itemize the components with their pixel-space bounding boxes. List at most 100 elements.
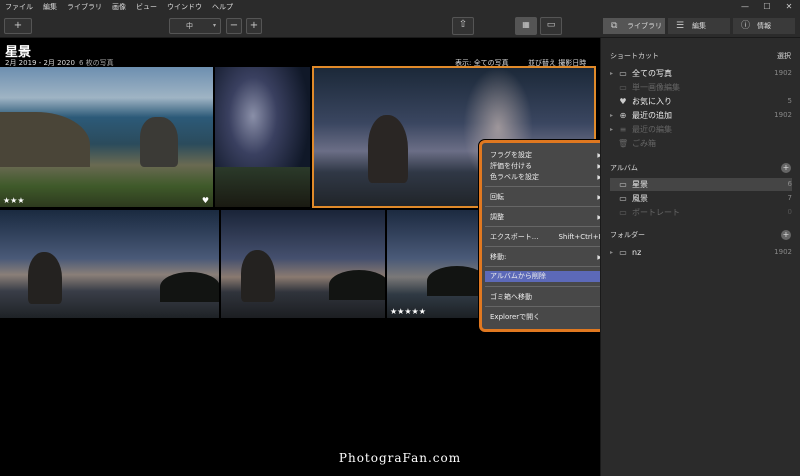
sidebar-item-label: お気に入り <box>632 97 672 106</box>
watermark-credit: PhotograFan.com <box>338 451 462 465</box>
photo-content <box>160 272 219 302</box>
minimize-icon[interactable]: — <box>734 0 756 14</box>
thumbnail-size-select[interactable]: 中 ▾ <box>169 18 221 34</box>
menu-item-move-to-trash[interactable]: ゴミ箱へ移動 <box>485 292 606 303</box>
menu-item-label: アルバムから削除 <box>490 272 546 280</box>
menu-item-label: ゴミ箱へ移動 <box>490 293 532 301</box>
grid-view-icon[interactable]: ▦ <box>515 17 537 35</box>
library-icon: ⧉ <box>611 21 618 31</box>
context-menu: フラグを設定▶ 評価を付ける▶ 色ラベルを設定▶ 回転▶ 調整▶ エクスポート.… <box>479 140 612 332</box>
tab-info[interactable]: ⓘ 情報 <box>733 18 795 34</box>
photo-count: 6 枚の写真 <box>78 59 114 67</box>
folder-icon: ▭ <box>619 248 627 257</box>
select-button[interactable]: 選択 <box>777 51 791 61</box>
sidebar-item-single-edit[interactable]: ▭ 単一画像編集 <box>610 81 792 94</box>
shortcut-text: Shift+Ctrl+E <box>558 233 603 241</box>
sidebar-item-folder-nz[interactable]: ▸ ▭ nz 1902 <box>610 246 792 259</box>
info-icon: ⓘ <box>741 21 751 31</box>
photo-content <box>140 117 178 167</box>
item-count: 1902 <box>774 111 792 119</box>
menu-divider <box>485 266 606 267</box>
item-count: 5 <box>787 97 792 105</box>
thumbnail-size-value: 中 <box>186 22 193 30</box>
single-view-icon[interactable]: ▭ <box>540 17 562 35</box>
photo-thumbnail[interactable] <box>221 210 385 318</box>
menu-item-label: エクスポート... <box>490 233 539 241</box>
sidebar-item-recently-added[interactable]: ▸ ⊕ 最近の追加 1902 <box>610 109 792 122</box>
menu-file[interactable]: ファイル <box>0 0 38 14</box>
photo-thumbnail[interactable]: ★★★★★ <box>387 210 482 318</box>
sidebar-item-all-photos[interactable]: ▸ ▭ 全ての写真 1902 <box>610 67 792 80</box>
menu-item-open-in-explorer[interactable]: Explorerで開く <box>485 312 606 323</box>
menu-item-rating[interactable]: 評価を付ける▶ <box>485 161 606 172</box>
photo-thumbnail[interactable]: ★★★ ♥ <box>0 67 213 207</box>
sidebar-item-label: 星景 <box>632 180 648 189</box>
close-icon[interactable]: ✕ <box>778 0 800 14</box>
menu-item-label: Explorerで開く <box>490 313 541 321</box>
menu-edit[interactable]: 編集 <box>38 0 62 14</box>
menu-item-move[interactable]: 移動:▶ <box>485 252 606 263</box>
photo-thumbnail[interactable] <box>0 210 219 318</box>
add-button[interactable]: + <box>4 18 32 34</box>
sidebar-item-label: 最近の追加 <box>632 111 672 120</box>
add-album-button[interactable]: + <box>781 163 791 173</box>
item-count: 1902 <box>774 69 792 77</box>
menu-divider <box>485 226 606 227</box>
filter-label: 表示: <box>455 59 472 67</box>
item-count: 0 <box>787 208 792 216</box>
heart-icon: ♥ <box>201 196 209 205</box>
menu-item-set-flag[interactable]: フラグを設定▶ <box>485 150 606 161</box>
sidebar: ショートカット 選択 ▸ ▭ 全ての写真 1902 ▭ 単一画像編集 ♥ お気に… <box>600 38 800 476</box>
menu-item-export[interactable]: エクスポート... Shift+Ctrl+E <box>485 232 606 243</box>
chevron-right-icon: ▸ <box>610 126 614 133</box>
sidebar-item-label: nz <box>632 248 642 257</box>
chevron-right-icon: ▸ <box>610 249 614 256</box>
menu-item-adjust[interactable]: 調整▶ <box>485 212 606 223</box>
menu-item-label: 調整 <box>490 213 504 221</box>
item-count: 6 <box>787 180 792 188</box>
sidebar-item-label: ごみ箱 <box>632 139 656 148</box>
menu-item-color-label[interactable]: 色ラベルを設定▶ <box>485 172 606 183</box>
sidebar-item-favorites[interactable]: ♥ お気に入り 5 <box>610 95 792 108</box>
add-folder-button[interactable]: + <box>781 230 791 240</box>
chevron-down-icon: ▾ <box>212 22 216 29</box>
share-icon[interactable]: ⇧ <box>452 17 474 35</box>
sidebar-item-recently-edited[interactable]: ▸ ≡ 最近の編集 <box>610 123 792 136</box>
maximize-icon[interactable]: ☐ <box>756 0 778 14</box>
tab-library[interactable]: ⧉ ライブラリ <box>603 18 665 34</box>
zoom-out-button[interactable]: − <box>226 18 242 34</box>
menu-item-rotate[interactable]: 回転▶ <box>485 192 606 203</box>
album-icon: ▭ <box>619 208 627 217</box>
trash-icon: 🗑 <box>618 139 629 148</box>
menu-window[interactable]: ウインドウ <box>162 0 207 14</box>
photo-content <box>368 115 408 183</box>
sidebar-item-album-portrait[interactable]: ▭ ポートレート 0 <box>610 206 792 219</box>
photo-content <box>329 270 385 300</box>
menu-view[interactable]: ビュー <box>131 0 162 14</box>
menu-item-label: 移動: <box>490 253 507 261</box>
menu-help[interactable]: ヘルプ <box>207 0 238 14</box>
tab-info-label: 情報 <box>757 22 771 30</box>
star-rating: ★★★★★ <box>390 307 426 316</box>
sidebar-item-label: 単一画像編集 <box>632 83 680 92</box>
sidebar-item-trash[interactable]: 🗑 ごみ箱 <box>610 137 792 150</box>
photo-content <box>215 167 310 207</box>
sort-value: 撮影日時 <box>558 59 587 67</box>
chevron-right-icon: ▸ <box>610 70 614 77</box>
menu-bar: ファイル 編集 ライブラリ 画像 ビュー ウインドウ ヘルプ — ☐ ✕ <box>0 0 800 14</box>
menu-divider <box>485 286 606 287</box>
menu-item-label: 回転 <box>490 193 504 201</box>
tab-edit[interactable]: ☰ 編集 <box>668 18 730 34</box>
menu-item-remove-from-album[interactable]: アルバムから削除 <box>485 271 606 282</box>
photo-content <box>28 252 62 304</box>
menu-image[interactable]: 画像 <box>107 0 131 14</box>
zoom-in-button[interactable]: + <box>246 18 262 34</box>
photo-thumbnail[interactable] <box>215 67 310 207</box>
menu-library[interactable]: ライブラリ <box>62 0 107 14</box>
menu-item-label: 評価を付ける <box>490 162 532 170</box>
sidebar-item-label: ポートレート <box>632 208 680 217</box>
photo-icon: ▭ <box>619 83 627 92</box>
sidebar-item-album-fukei[interactable]: ▭ 風景 7 <box>610 192 792 205</box>
sidebar-item-album-seikei[interactable]: ▭ 星景 6 <box>610 178 792 191</box>
album-icon: ▭ <box>619 194 627 203</box>
